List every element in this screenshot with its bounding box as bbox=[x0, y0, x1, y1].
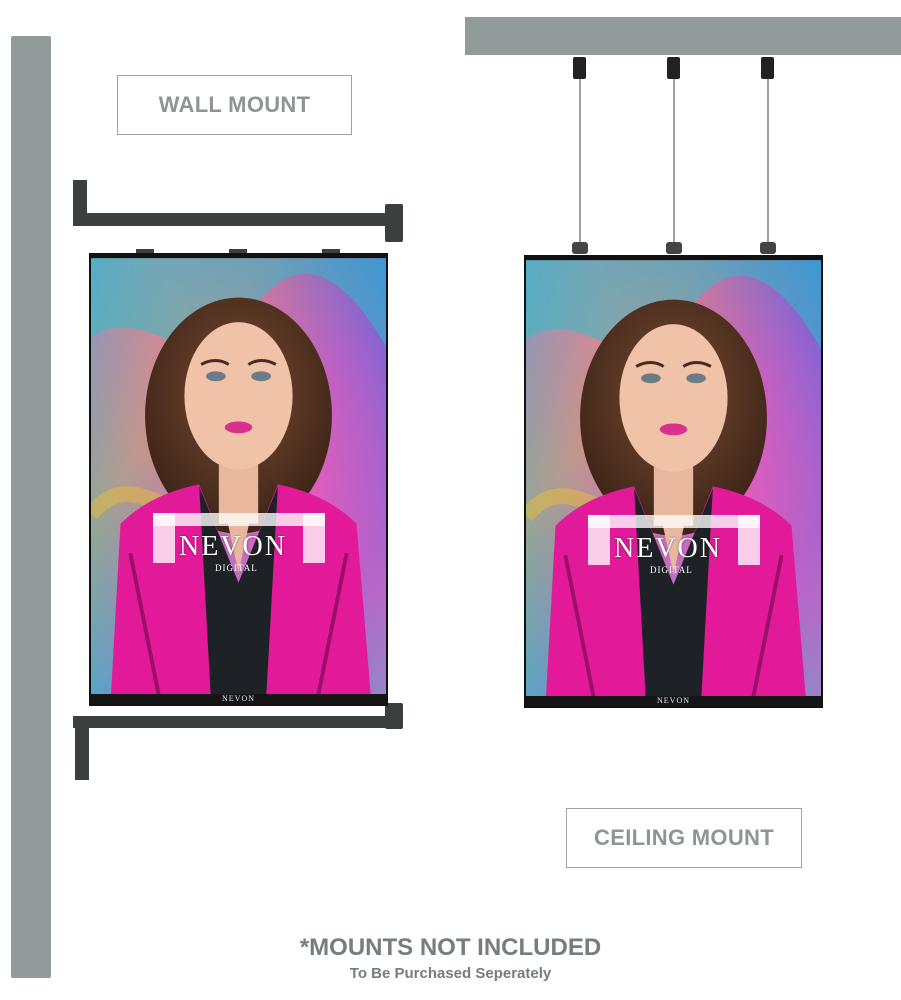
logo-band bbox=[588, 515, 760, 528]
screen-footer-brand: NEVON bbox=[526, 696, 821, 706]
wall-mounted-screen: NEVON DIGITAL NEVON bbox=[89, 253, 388, 706]
logo-band bbox=[588, 515, 610, 565]
brand-logo-subtext: DIGITAL bbox=[215, 563, 258, 573]
brand-logo-text: NEVON bbox=[614, 533, 722, 564]
logo-band bbox=[303, 513, 325, 563]
brand-logo-text: NEVON bbox=[179, 531, 287, 562]
purchase-separately-note: To Be Purchased Seperately bbox=[349, 965, 552, 982]
wall bbox=[11, 36, 51, 978]
wall-mount-label: WALL MOUNT bbox=[117, 75, 352, 135]
brand-logo-subtext: DIGITAL bbox=[650, 565, 693, 575]
mounts-not-included-note: *MOUNTS NOT INCLUDED bbox=[299, 934, 602, 961]
logo-band bbox=[153, 513, 175, 563]
screen-artwork bbox=[91, 258, 386, 702]
screen-footer-brand: NEVON bbox=[91, 694, 386, 704]
ceiling-mounted-screen: NEVON DIGITAL NEVON bbox=[524, 255, 823, 708]
ceiling-mount-label: CEILING MOUNT bbox=[566, 808, 802, 868]
logo-band bbox=[153, 513, 325, 526]
screen-artwork bbox=[526, 260, 821, 704]
logo-band bbox=[738, 515, 760, 565]
ceiling-bar bbox=[465, 17, 901, 55]
